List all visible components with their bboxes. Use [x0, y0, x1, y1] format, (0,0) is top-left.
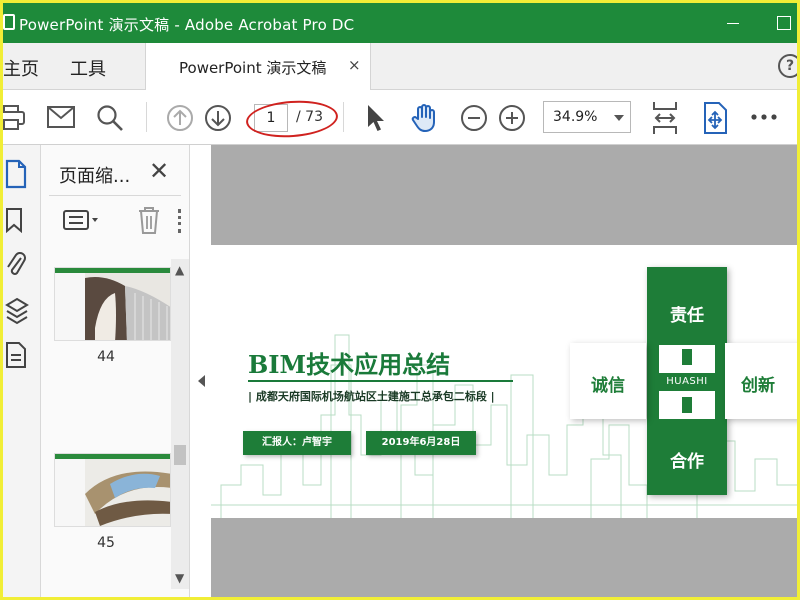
title-bar: PowerPoint 演示文稿 - Adobe Acrobat Pro DC: [3, 3, 797, 43]
thumbnail-page-number: 44: [97, 349, 115, 365]
thumbnail-page-number: 45: [97, 535, 115, 551]
search-icon[interactable]: [96, 104, 124, 132]
value-right-label: 创新: [741, 376, 775, 396]
delete-page-icon[interactable]: [136, 205, 162, 239]
document-tab-label: PowerPoint 演示文稿: [179, 59, 327, 77]
reporter-badge: 汇报人：卢智宇: [243, 431, 351, 455]
scroll-down-icon[interactable]: ▼: [175, 571, 184, 585]
fit-page-icon[interactable]: [651, 101, 679, 135]
previous-page-icon[interactable]: [166, 104, 194, 132]
slide-page: BIM技术应用总结 | 成都天府国际机场航站区土建施工总承包二标段 | 汇报人：…: [211, 245, 797, 518]
logo-shape: [682, 349, 692, 365]
date-badge: 2019年6月28日: [366, 431, 476, 455]
chevron-down-icon: [614, 115, 624, 121]
window-title: PowerPoint 演示文稿 - Adobe Acrobat Pro DC: [19, 16, 355, 34]
value-top-label: 责任: [670, 306, 704, 326]
thumbnail-options-icon[interactable]: [63, 209, 101, 235]
page-thumbnails-icon[interactable]: [5, 159, 27, 193]
value-bottom-label: 合作: [670, 452, 704, 472]
maximize-icon[interactable]: [777, 16, 791, 30]
acrobat-window: PowerPoint 演示文稿 - Adobe Acrobat Pro DC 主…: [3, 3, 797, 597]
zoom-in-icon[interactable]: [498, 104, 526, 132]
tab-bar: 主页 工具 PowerPoint 演示文稿 × ?: [3, 43, 797, 90]
page-thumbnail-44[interactable]: [54, 267, 171, 341]
toolbar: 1 / 73 34.9%: [3, 90, 797, 145]
zoom-dropdown[interactable]: 34.9%: [543, 101, 631, 133]
tab-home[interactable]: 主页: [3, 55, 39, 81]
close-panel-icon[interactable]: ✕: [149, 157, 169, 185]
scrollbar-thumb[interactable]: [174, 445, 186, 465]
email-icon[interactable]: [47, 106, 75, 128]
tab-tools[interactable]: 工具: [70, 55, 106, 81]
panel-more-icon[interactable]: [178, 209, 181, 233]
zoom-value: 34.9%: [553, 109, 598, 125]
zoom-out-icon[interactable]: [460, 104, 488, 132]
collapse-panel-icon[interactable]: [198, 375, 205, 387]
toolbar-divider: [343, 102, 344, 132]
attachment-icon[interactable]: [5, 250, 27, 284]
logo-shape: [682, 397, 692, 413]
print-icon[interactable]: [3, 104, 25, 132]
page-thumbnail-45[interactable]: [54, 453, 171, 527]
document-viewport[interactable]: BIM技术应用总结 | 成都天府国际机场航站区土建施工总承包二标段 | 汇报人：…: [211, 145, 797, 597]
page-thumbnails-panel: 页面缩... ✕ 44 45 ▲ ▼: [41, 145, 190, 597]
layers-icon[interactable]: [5, 297, 29, 329]
next-page-icon[interactable]: [204, 104, 232, 132]
panel-title: 页面缩...: [59, 166, 131, 187]
title-underline: [248, 380, 513, 382]
help-icon[interactable]: ?: [778, 54, 797, 78]
thumbnail-scrollbar[interactable]: ▲ ▼: [171, 259, 189, 589]
document-properties-icon[interactable]: [5, 341, 27, 373]
slide-subtitle: | 成都天府国际机场航站区土建施工总承包二标段 |: [248, 390, 495, 403]
value-left-label: 诚信: [591, 376, 625, 396]
more-icon[interactable]: [751, 114, 777, 120]
toolbar-divider: [146, 102, 147, 132]
tab-document[interactable]: PowerPoint 演示文稿 ×: [145, 43, 371, 90]
slide-title: BIM技术应用总结: [248, 350, 451, 379]
minimize-icon[interactable]: [727, 23, 739, 24]
select-pointer-icon[interactable]: [365, 103, 387, 133]
bookmark-icon[interactable]: [5, 207, 25, 237]
panel-divider: [49, 195, 181, 196]
brand-logo-text: HUASHI: [658, 373, 716, 391]
acrobat-app-icon: [3, 14, 15, 30]
close-tab-icon[interactable]: ×: [348, 56, 361, 74]
scroll-mode-icon[interactable]: [701, 101, 729, 135]
navigation-rail: [3, 145, 41, 597]
hand-tool-icon[interactable]: [409, 103, 439, 133]
scroll-up-icon[interactable]: ▲: [175, 263, 184, 277]
